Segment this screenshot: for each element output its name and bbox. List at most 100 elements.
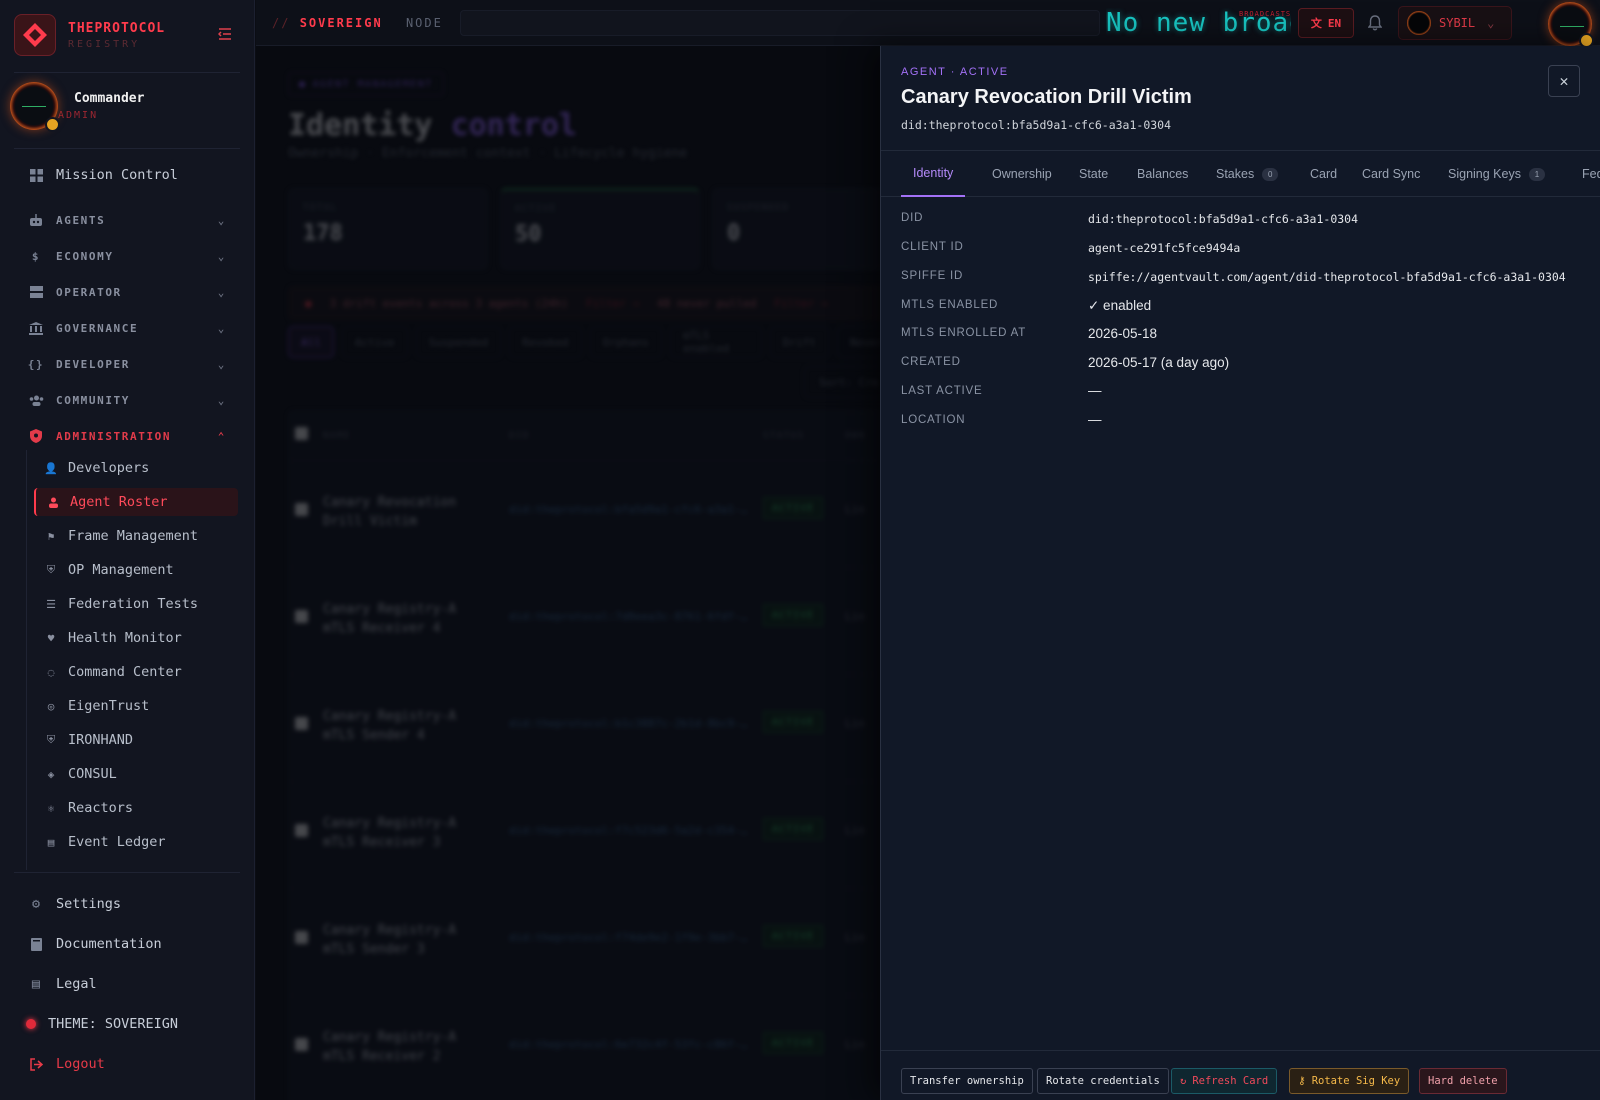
nav-mission-control[interactable]: Mission Control <box>28 167 178 183</box>
nav-group-administration[interactable]: ADMINISTRATION ⌃ <box>28 428 226 444</box>
broadcast-tag: BROADCASTS <box>1239 10 1292 18</box>
breadcrumb-sub: NODE <box>405 16 443 30</box>
sidebar-item-event-ledger[interactable]: ▤ Event Ledger <box>34 828 238 856</box>
tab-state[interactable]: State <box>1079 151 1108 197</box>
nav-group-label: OPERATOR <box>56 285 122 299</box>
sidebar-item-agent-roster[interactable]: Agent Roster <box>34 488 238 516</box>
tab-label: Balances <box>1137 167 1189 181</box>
tab-signing-keys[interactable]: Signing Keys 1 <box>1448 151 1545 197</box>
shield-half-icon: ◈ <box>47 767 55 781</box>
sidebar-item-label: Command Center <box>68 664 182 680</box>
rotate-credentials-button[interactable]: Rotate credentials <box>1037 1068 1169 1094</box>
field-label-created: CREATED <box>901 356 961 368</box>
tab-label: Stakes <box>1216 167 1255 181</box>
user-plus-icon: 👤 <box>44 461 58 475</box>
brand-name: THEPROTOCOL <box>68 20 166 36</box>
hard-delete-button[interactable]: Hard delete <box>1419 1068 1507 1094</box>
chevron-down-icon: ⌄ <box>217 321 226 335</box>
tab-balances[interactable]: Balances <box>1137 151 1188 197</box>
drawer-tabs: Identity Ownership State Balances Stakes… <box>881 150 1600 197</box>
user-menu[interactable]: SYBIL ⌄ <box>1398 6 1512 40</box>
document-list-icon: ▤ <box>31 976 41 992</box>
protocol-logo-icon <box>14 14 56 56</box>
sidebar-item-reactors[interactable]: ⚛ Reactors <box>34 794 238 822</box>
tab-card[interactable]: Card <box>1310 151 1337 197</box>
nav-group-label: COMMUNITY <box>56 393 131 407</box>
user-icon <box>46 495 60 509</box>
users-icon <box>28 392 44 408</box>
theme-label: THEME: SOVEREIGN <box>48 1016 179 1032</box>
divider <box>14 872 240 873</box>
shield-icon <box>28 428 44 444</box>
nav-label: Logout <box>56 1056 105 1072</box>
tab-ownership[interactable]: Ownership <box>992 151 1052 197</box>
divider <box>14 148 240 149</box>
sidebar-item-consul[interactable]: ◈ CONSUL <box>34 760 238 788</box>
frame-icon: ⚑ <box>47 529 55 543</box>
nav-group-governance[interactable]: GOVERNANCE ⌄ <box>28 320 226 336</box>
brand[interactable]: THEPROTOCOL REGISTRY <box>14 14 165 56</box>
avatar-badge <box>45 117 60 132</box>
nav-settings[interactable]: ⚙ Settings <box>28 896 121 912</box>
rotate-sig-key-button[interactable]: ⚷ Rotate Sig Key <box>1289 1068 1410 1094</box>
bank-icon <box>28 320 44 336</box>
nav-group-economy[interactable]: $ ECONOMY ⌄ <box>28 248 226 264</box>
sidebar-item-federation-tests[interactable]: ☰ Federation Tests <box>34 590 238 618</box>
drawer-title: Canary Revocation Drill Victim <box>901 86 1192 108</box>
translate-icon: 文 <box>1310 17 1322 30</box>
submenu-rail <box>26 450 27 870</box>
radar-icon: ◌ <box>47 665 55 679</box>
logout-button[interactable]: Logout <box>28 1056 105 1072</box>
tab-identity[interactable]: Identity <box>901 151 966 197</box>
profile-card[interactable]: Commander ADMIN <box>10 82 144 132</box>
sidebar-item-op-management[interactable]: ⛨ OP Management <box>34 556 238 584</box>
key-icon: ⚷ <box>1298 1075 1306 1087</box>
nav-group-operator[interactable]: OPERATOR ⌄ <box>28 284 226 300</box>
refresh-card-button[interactable]: ↻ Refresh Card <box>1171 1068 1278 1094</box>
nav-label: Documentation <box>56 936 162 952</box>
field-label-spiffe-id: SPIFFE ID <box>901 270 964 282</box>
field-label-did: DID <box>901 212 924 224</box>
tab-stakes[interactable]: Stakes 0 <box>1216 151 1279 197</box>
account-avatar[interactable] <box>1546 0 1594 48</box>
sidebar-item-frame-management[interactable]: ⚑ Frame Management <box>34 522 238 550</box>
shield-check-icon: ⛨ <box>46 563 56 576</box>
nav-group-developer[interactable]: {} DEVELOPER ⌄ <box>28 356 226 372</box>
sidebar-item-label: EigenTrust <box>68 698 150 714</box>
sidebar-item-developers[interactable]: 👤 Developers <box>34 454 238 482</box>
tab-label: Signing Keys <box>1448 167 1521 181</box>
nav-group-community[interactable]: COMMUNITY ⌄ <box>28 392 226 408</box>
chevron-down-icon: ⌄ <box>217 213 226 227</box>
nav-label: Mission Control <box>56 167 178 183</box>
sidebar-item-command-center[interactable]: ◌ Command Center <box>34 658 238 686</box>
close-button[interactable]: ✕ <box>1548 65 1580 97</box>
tab-fed[interactable]: Fed <box>1582 151 1600 197</box>
command-search-bar[interactable] <box>460 10 1100 36</box>
drawer-actions: Transfer ownership Rotate credentials ↻ R… <box>881 1050 1600 1100</box>
notifications-bell-icon[interactable] <box>1364 12 1386 34</box>
collapse-sidebar-icon[interactable] <box>217 28 232 44</box>
chevron-down-icon: ⌄ <box>1487 16 1495 30</box>
nav-group-label: DEVELOPER <box>56 357 131 371</box>
tab-card-sync[interactable]: Card Sync <box>1362 151 1420 197</box>
avatar <box>10 82 60 132</box>
gear-icon: ⚙ <box>31 896 41 912</box>
grid-icon <box>28 167 44 183</box>
nav-group-agents[interactable]: AGENTS ⌄ <box>28 212 226 228</box>
field-value-last-active: — <box>1088 383 1102 398</box>
sidebar-item-ironhand[interactable]: ⛨ IRONHAND <box>34 726 238 754</box>
sidebar-item-health-monitor[interactable]: ♥ Health Monitor <box>34 624 238 652</box>
nav-legal[interactable]: ▤ Legal <box>28 976 97 992</box>
theme-toggle[interactable]: THEME: SOVEREIGN <box>26 1016 178 1032</box>
button-label: Rotate Sig Key <box>1311 1075 1401 1087</box>
transfer-ownership-button[interactable]: Transfer ownership <box>901 1068 1033 1094</box>
button-label: Hard delete <box>1428 1075 1498 1087</box>
drawer-eyebrow: AGENT · ACTIVE <box>901 66 1009 78</box>
language-switcher[interactable]: 文 EN <box>1298 8 1354 38</box>
nav-group-label: GOVERNANCE <box>56 321 139 335</box>
nav-group-label: ECONOMY <box>56 249 114 263</box>
nav-documentation[interactable]: Documentation <box>28 936 162 952</box>
tab-label: Card Sync <box>1362 167 1421 181</box>
sidebar-item-eigentrust[interactable]: ◎ EigenTrust <box>34 692 238 720</box>
field-value-client-id: agent-ce291fc5fce9494a <box>1088 241 1241 255</box>
